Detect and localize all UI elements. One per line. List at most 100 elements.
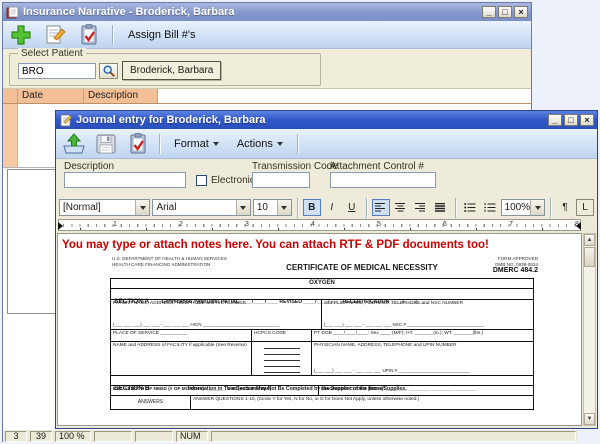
assign-bill-numbers-button[interactable]: Assign Bill #'s	[122, 27, 202, 43]
bullet-list-icon	[464, 203, 476, 212]
show-paragraph-marks-button[interactable]: ¶	[556, 199, 574, 216]
cmn-est-row: EST. LENGTH OF NEED (# OF MONTHS): _____…	[111, 385, 533, 395]
toolbar-separator	[455, 198, 456, 218]
numbered-list-icon	[484, 203, 496, 212]
physician-header: PHYSICIAN NAME, ADDRESS, TELEPHONE and U…	[314, 343, 531, 349]
left-indent-marker[interactable]	[58, 222, 63, 230]
patient-search-button[interactable]	[99, 63, 118, 79]
patient-vitals-line: PT DOB ____/____/____; Sex ____ (M/F); H…	[312, 330, 533, 341]
chevron-down-icon	[213, 142, 219, 146]
vertical-scrollbar[interactable]: ▲ ▼	[583, 233, 596, 426]
actions-menu-label: Actions	[237, 138, 273, 150]
status-column-number: 39	[30, 431, 52, 442]
plus-icon	[9, 23, 33, 47]
ruler-toggle-button[interactable]: L	[576, 199, 594, 216]
toolbar-separator	[159, 134, 160, 154]
edit-narrative-button[interactable]	[41, 22, 69, 48]
paragraph-style-combo[interactable]: [Normal]	[59, 199, 150, 216]
scroll-up-icon[interactable]: ▲	[584, 234, 595, 246]
underline-button[interactable]: U	[343, 199, 361, 216]
selected-patient-name[interactable]: Broderick, Barbara	[122, 61, 221, 80]
status-zoom: 100 %	[55, 431, 91, 442]
select-patient-label: Select Patient	[18, 48, 86, 59]
hcpcs-lines-cell	[252, 342, 312, 375]
transmission-code-input[interactable]	[252, 172, 310, 188]
attachment-control-label: Attachment Control #	[330, 161, 424, 172]
est-length-cell: EST. LENGTH OF NEED (# OF MONTHS): _____…	[111, 386, 319, 395]
right-indent-marker[interactable]	[576, 222, 581, 230]
scroll-down-icon[interactable]: ▼	[584, 413, 595, 425]
physician-cell: PHYSICIAN NAME, ADDRESS, TELEPHONE and U…	[312, 342, 533, 375]
transmission-code-label: Transmission Code	[252, 161, 338, 172]
select-patient-groupbox: Select Patient Broderick, Barbara	[9, 53, 321, 86]
chevron-down-icon[interactable]	[236, 200, 250, 215]
insurance-window-icon	[6, 6, 19, 19]
chevron-down-icon[interactable]	[277, 200, 291, 215]
grid-column-description[interactable]: Description	[84, 89, 158, 103]
grid-column-date[interactable]: Date	[18, 89, 84, 103]
patient-phone-line: (___ ___ ___) ___ ___ - ___ ___ ___ HICN…	[113, 322, 280, 328]
font-name-value: Arial	[156, 202, 235, 213]
close-button[interactable]: ×	[580, 114, 594, 126]
chevron-down-icon[interactable]	[135, 200, 149, 215]
format-menu-button[interactable]: Format	[167, 135, 226, 153]
insurance-titlebar[interactable]: Insurance Narrative - Broderick, Barbara…	[3, 3, 531, 21]
cmn-service-row: PLACE OF SERVICE __________ HCPCS CODE P…	[111, 329, 533, 341]
font-name-combo[interactable]: Arial	[152, 199, 250, 216]
attach-import-button[interactable]	[60, 131, 88, 157]
ruler-number: 2	[179, 221, 183, 228]
align-right-button[interactable]	[412, 199, 430, 216]
cmn-table: OXYGEN SECTION A Certification Type/Date…	[110, 278, 534, 410]
minimize-button[interactable]: _	[548, 114, 562, 126]
italic-button[interactable]: I	[323, 199, 341, 216]
import-tray-icon	[61, 132, 87, 156]
maximize-button[interactable]: □	[564, 114, 578, 126]
search-icon	[102, 64, 116, 78]
zoom-value: 100%	[505, 202, 531, 213]
status-num-lock: NUM	[176, 431, 208, 442]
align-right-icon	[415, 203, 426, 212]
editor-page[interactable]: You may type or attach notes here. You c…	[57, 233, 582, 426]
font-size-combo[interactable]: 10	[253, 199, 292, 216]
toolbar-separator	[297, 134, 298, 154]
cmn-form-code: DMERC 484.2	[454, 267, 538, 276]
attachment-control-input[interactable]	[330, 172, 436, 188]
narrative-grid-header: Date Description	[3, 89, 531, 104]
electronic-checkbox[interactable]	[196, 175, 207, 186]
journal-titlebar[interactable]: Journal entry for Broderick, Barbara _ □…	[56, 111, 597, 129]
cmn-title: CERTIFICATE OF MEDICAL NECESSITY	[270, 256, 454, 276]
close-button[interactable]: ×	[514, 6, 528, 18]
cmn-agency-line2: HEALTH CARE FINANCING ADMINISTRATION	[112, 262, 270, 268]
save-button[interactable]	[92, 131, 120, 157]
cmn-section-a-row: SECTION A Certification Type/Date: INITI…	[111, 288, 533, 299]
maximize-button[interactable]: □	[498, 6, 512, 18]
minimize-button[interactable]: _	[482, 6, 496, 18]
numbered-list-button[interactable]	[481, 199, 499, 216]
answers-label: ANSWERS	[111, 396, 191, 409]
verify-journal-button[interactable]	[124, 131, 152, 157]
ruler[interactable]: 1 2 3 4 5 6 7 8	[58, 219, 581, 231]
ruler-number: 6	[443, 221, 447, 228]
bold-button[interactable]: B	[303, 199, 321, 216]
toolbar-separator	[550, 198, 551, 218]
chevron-down-icon	[277, 142, 283, 146]
font-size-value: 10	[257, 202, 277, 213]
align-justify-button[interactable]	[432, 199, 450, 216]
save-floppy-icon	[94, 132, 118, 156]
journal-toolbar: Format Actions	[56, 129, 597, 159]
align-left-button[interactable]	[372, 199, 390, 216]
add-narrative-button[interactable]	[7, 22, 35, 48]
actions-menu-button[interactable]: Actions	[230, 135, 290, 153]
supplier-phone-line: (___ ___) ___ ___ - ___ ___ ___ NSC # __…	[324, 322, 484, 328]
scrollbar-thumb[interactable]	[584, 247, 595, 267]
chevron-down-icon[interactable]	[530, 200, 544, 215]
toolbar-separator	[112, 25, 113, 45]
patient-search-input[interactable]	[18, 63, 96, 79]
bullet-list-button[interactable]	[461, 199, 479, 216]
status-message	[211, 431, 576, 442]
supplier-header: SUPPLIER NAME, ADDRESS, TELEPHONE and NS…	[324, 301, 531, 307]
description-input[interactable]	[64, 172, 186, 188]
zoom-combo[interactable]: 100%	[501, 199, 546, 216]
align-center-button[interactable]	[392, 199, 410, 216]
verify-narrative-button[interactable]	[75, 22, 103, 48]
